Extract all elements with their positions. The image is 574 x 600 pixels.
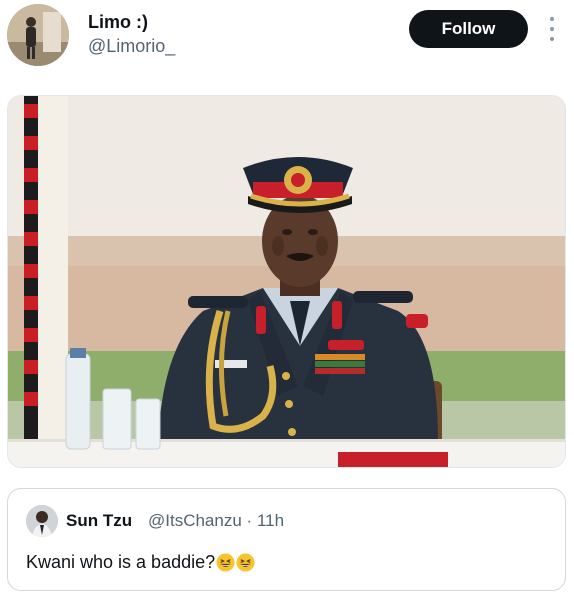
author-name[interactable]: Limo :) xyxy=(88,12,148,33)
more-vertical-icon[interactable] xyxy=(545,16,559,42)
meta-separator: · xyxy=(246,511,253,530)
quoted-post-text: Kwani who is a baddie? xyxy=(26,552,255,573)
grinning-squinting-face-icon xyxy=(236,553,255,572)
quoted-post-time[interactable]: 11h xyxy=(257,511,284,530)
quoted-post[interactable]: Sun Tzu @ItsChanzu · 11h Kwani who is a … xyxy=(7,488,566,591)
quoted-author-meta: @ItsChanzu · 11h xyxy=(148,511,284,531)
quoted-author-name[interactable]: Sun Tzu xyxy=(66,511,132,531)
quoted-author-handle[interactable]: @ItsChanzu xyxy=(148,511,242,530)
post-image[interactable] xyxy=(7,95,566,468)
author-avatar[interactable] xyxy=(7,4,69,66)
grinning-squinting-face-icon xyxy=(216,553,235,572)
quoted-author-avatar[interactable] xyxy=(26,505,58,537)
author-handle[interactable]: @Limorio_ xyxy=(88,36,175,57)
post-header: Limo :) @Limorio_ Follow xyxy=(0,0,574,80)
follow-button[interactable]: Follow xyxy=(409,10,528,48)
quoted-post-body: Kwani who is a baddie? xyxy=(26,552,216,572)
